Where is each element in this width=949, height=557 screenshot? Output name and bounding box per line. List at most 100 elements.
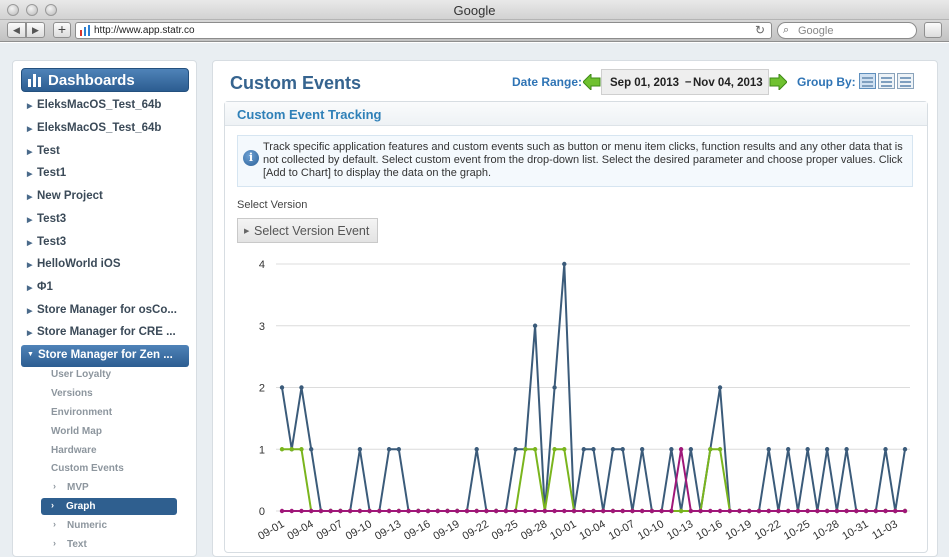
data-point-magenta [893, 508, 898, 514]
data-point-magenta [785, 508, 791, 514]
data-point-blue [581, 447, 586, 452]
x-tick-label: 10-28 [811, 518, 841, 542]
data-point-magenta [289, 508, 294, 514]
data-point-magenta [318, 508, 324, 514]
data-point-magenta [737, 508, 742, 514]
data-point-magenta [630, 508, 635, 514]
data-point-blue [552, 385, 557, 390]
x-tick-label: 10-22 [753, 518, 783, 542]
data-point-magenta [523, 508, 528, 514]
data-point-magenta [620, 508, 625, 514]
x-tick-label: 09-22 [461, 518, 491, 542]
data-point-magenta [328, 508, 333, 514]
y-tick-label: 2 [259, 383, 265, 395]
data-point-magenta [416, 508, 421, 514]
x-tick-label: 10-07 [607, 518, 637, 542]
data-point-magenta [844, 508, 849, 514]
data-point-blue [396, 447, 402, 452]
data-point-magenta [279, 508, 285, 514]
data-point-blue [513, 447, 518, 452]
x-tick-label: 10-10 [636, 518, 666, 542]
data-point-magenta [824, 508, 830, 514]
data-point-blue [309, 447, 314, 452]
data-point-magenta [581, 508, 586, 514]
data-point-magenta [766, 508, 771, 514]
data-point-magenta [708, 508, 713, 514]
data-point-green [678, 508, 684, 514]
data-point-magenta [532, 508, 538, 514]
data-point-blue [562, 261, 567, 267]
x-tick-label: 09-28 [519, 518, 549, 542]
data-point-magenta [601, 508, 606, 514]
data-point-magenta [863, 508, 869, 514]
data-point-blue [824, 447, 830, 452]
data-point-magenta [747, 508, 752, 514]
x-tick-label: 09-01 [256, 518, 286, 542]
data-point-magenta [338, 508, 343, 514]
data-point-blue [766, 447, 771, 452]
data-point-magenta [406, 508, 411, 514]
data-point-magenta [552, 508, 557, 514]
custom-events-line-chart: 0 1 2 3 4 09-0109-0409-0709-1009-1309-1609-19… [256, 259, 910, 543]
data-point-magenta [474, 508, 479, 514]
data-point-blue [844, 447, 849, 452]
x-tick-label: 10-25 [782, 518, 812, 542]
data-point-blue [902, 447, 908, 452]
data-point-blue [688, 447, 694, 452]
data-point-blue [785, 447, 791, 452]
data-point-blue [279, 385, 285, 390]
data-point-magenta [805, 508, 810, 514]
y-tick-label: 1 [259, 444, 265, 456]
data-point-magenta [610, 508, 616, 514]
x-tick-label: 10-16 [694, 518, 724, 542]
data-point-magenta [562, 508, 567, 514]
data-point-green [708, 447, 713, 452]
data-point-magenta [698, 508, 703, 514]
data-point-magenta [571, 508, 577, 514]
data-point-blue [805, 447, 810, 452]
data-point-blue [669, 447, 674, 452]
x-tick-label: 11-03 [870, 518, 900, 542]
data-point-magenta [455, 508, 460, 514]
data-point-magenta [493, 508, 499, 514]
data-point-magenta [299, 508, 304, 514]
data-point-magenta [815, 508, 820, 514]
data-point-green [562, 447, 567, 452]
data-point-blue [591, 447, 596, 452]
data-point-magenta [425, 508, 431, 514]
data-point-magenta [649, 508, 655, 514]
data-point-magenta [776, 508, 781, 514]
data-point-magenta [484, 508, 489, 514]
data-point-blue [717, 385, 723, 390]
data-point-magenta [854, 508, 859, 514]
data-point-magenta [357, 508, 363, 514]
data-point-magenta [309, 508, 314, 514]
data-point-green [552, 447, 557, 452]
x-tick-label: 09-04 [285, 518, 315, 542]
data-point-blue [883, 447, 888, 452]
data-point-green [532, 447, 538, 452]
x-tick-label: 10-01 [548, 518, 578, 542]
data-point-magenta [795, 508, 801, 514]
data-point-green [279, 447, 285, 452]
data-point-green [289, 447, 294, 452]
data-point-magenta [445, 508, 450, 514]
data-point-blue [299, 385, 304, 390]
x-tick-label: 09-16 [402, 518, 432, 542]
data-point-magenta [503, 508, 509, 514]
data-point-magenta [639, 508, 645, 514]
data-point-green [523, 447, 528, 452]
data-point-magenta [659, 508, 664, 514]
data-point-blue [386, 447, 392, 452]
data-point-magenta [688, 508, 694, 514]
y-tick-label: 0 [259, 506, 265, 518]
data-point-magenta [464, 508, 470, 514]
data-point-magenta [873, 508, 878, 514]
data-point-magenta [396, 508, 402, 514]
y-tick-label: 3 [259, 321, 265, 333]
x-tick-label: 09-25 [490, 518, 520, 542]
x-tick-label: 10-19 [723, 518, 753, 542]
x-tick-label: 09-07 [315, 518, 345, 542]
data-point-green [299, 447, 304, 452]
data-point-blue [474, 447, 479, 452]
